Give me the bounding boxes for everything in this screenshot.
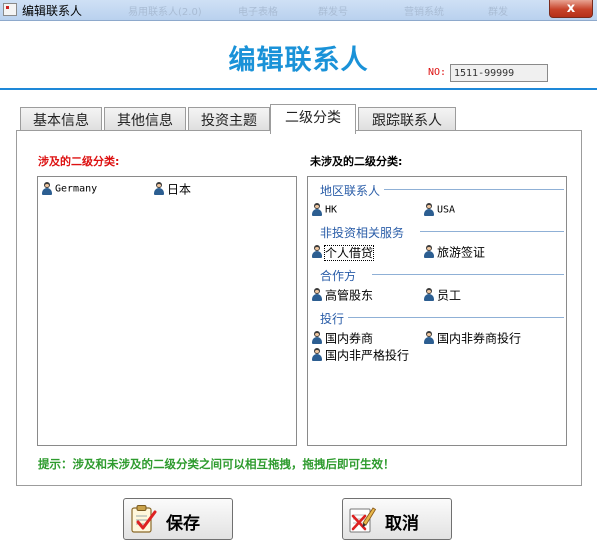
- group-divider: [420, 231, 564, 232]
- background-window-title: 群发号: [318, 7, 348, 18]
- close-button[interactable]: x: [549, 0, 593, 18]
- user-icon: [423, 244, 435, 259]
- background-window-title: 营销系统: [404, 7, 444, 18]
- group-divider: [348, 317, 564, 318]
- background-window-title: 电子表格: [238, 7, 278, 18]
- item-label: HK: [325, 204, 338, 216]
- user-icon: [311, 202, 323, 217]
- cancel-button[interactable]: 取消: [342, 498, 452, 540]
- item-label: 旅游签证: [437, 245, 486, 260]
- group-divider: [372, 274, 564, 275]
- item-label: 员工: [437, 288, 462, 303]
- item-label: 日本: [167, 182, 192, 197]
- pen-cancel-icon: [349, 507, 376, 533]
- cancel-button-label: 取消: [385, 514, 419, 534]
- user-icon: [311, 287, 323, 302]
- save-button-label: 保存: [166, 514, 200, 534]
- tab-secondary-categories[interactable]: 二级分类: [270, 104, 356, 134]
- close-icon: x: [566, 1, 576, 16]
- save-button[interactable]: 保存: [123, 498, 233, 540]
- group-divider: [384, 189, 564, 190]
- background-window-title: 易用联系人(2.0): [128, 7, 202, 18]
- list-item[interactable]: 高管股东: [311, 287, 373, 303]
- item-label: USA: [437, 204, 456, 216]
- item-label: 国内非券商投行: [437, 331, 522, 346]
- list-item[interactable]: 国内非券商投行: [423, 330, 521, 346]
- window-title: 编辑联系人: [22, 4, 83, 18]
- list-item[interactable]: 旅游签证: [423, 244, 485, 260]
- user-icon: [311, 244, 323, 259]
- not-involved-categories-list[interactable]: 地区联系人 HK USA 非投资相关服务 个人借贷 旅游签证 合作方 高管股东 …: [307, 176, 567, 446]
- user-icon: [153, 181, 165, 196]
- item-label: 高管股东: [325, 288, 374, 303]
- list-item[interactable]: 国内券商: [311, 330, 373, 346]
- user-icon: [423, 287, 435, 302]
- list-item[interactable]: 日本: [153, 181, 191, 197]
- user-icon: [311, 347, 323, 362]
- item-label: 个人借贷: [323, 244, 375, 261]
- list-item[interactable]: 个人借贷: [311, 244, 375, 261]
- drag-hint: 提示：涉及和未涉及的二级分类之间可以相互拖拽，拖拽后即可生效！: [38, 457, 395, 471]
- list-item[interactable]: 国内非严格投行: [311, 347, 409, 363]
- user-icon: [311, 330, 323, 345]
- group-title: 非投资相关服务: [320, 226, 405, 240]
- involved-categories-list[interactable]: Germany 日本: [37, 176, 297, 446]
- user-icon: [423, 202, 435, 217]
- item-label: 国内券商: [325, 331, 374, 346]
- group-header: 投行: [320, 310, 564, 326]
- header-divider: [0, 88, 597, 90]
- group-title: 地区联系人: [320, 184, 381, 198]
- app-window-icon: [3, 3, 17, 16]
- contact-no-label: NO:: [428, 67, 447, 78]
- user-icon: [423, 330, 435, 345]
- window-titlebar: 编辑联系人 易用联系人(2.0) 电子表格 群发号 营销系统 群发 x: [0, 0, 597, 21]
- clipboard-check-icon: [131, 505, 157, 533]
- group-header: 合作方: [320, 267, 564, 283]
- background-window-title: 群发: [488, 7, 508, 18]
- contact-no-field[interactable]: 1511-99999: [450, 64, 548, 82]
- item-label: Germany: [55, 183, 98, 195]
- item-label: 国内非严格投行: [325, 348, 410, 363]
- list-item[interactable]: USA: [423, 202, 455, 218]
- group-header: 非投资相关服务: [320, 224, 564, 240]
- tab-panel: 涉及的二级分类: 未涉及的二级分类: Germany 日本 地区联系人 HK U…: [16, 130, 582, 486]
- list-item[interactable]: Germany: [41, 181, 97, 197]
- group-title: 合作方: [320, 269, 357, 283]
- user-icon: [41, 181, 53, 196]
- group-title: 投行: [320, 312, 345, 326]
- list-item[interactable]: 员工: [423, 287, 461, 303]
- list-item[interactable]: HK: [311, 202, 337, 218]
- group-header: 地区联系人: [320, 182, 564, 198]
- involved-categories-label: 涉及的二级分类:: [38, 155, 120, 168]
- not-involved-categories-label: 未涉及的二级分类:: [310, 155, 403, 168]
